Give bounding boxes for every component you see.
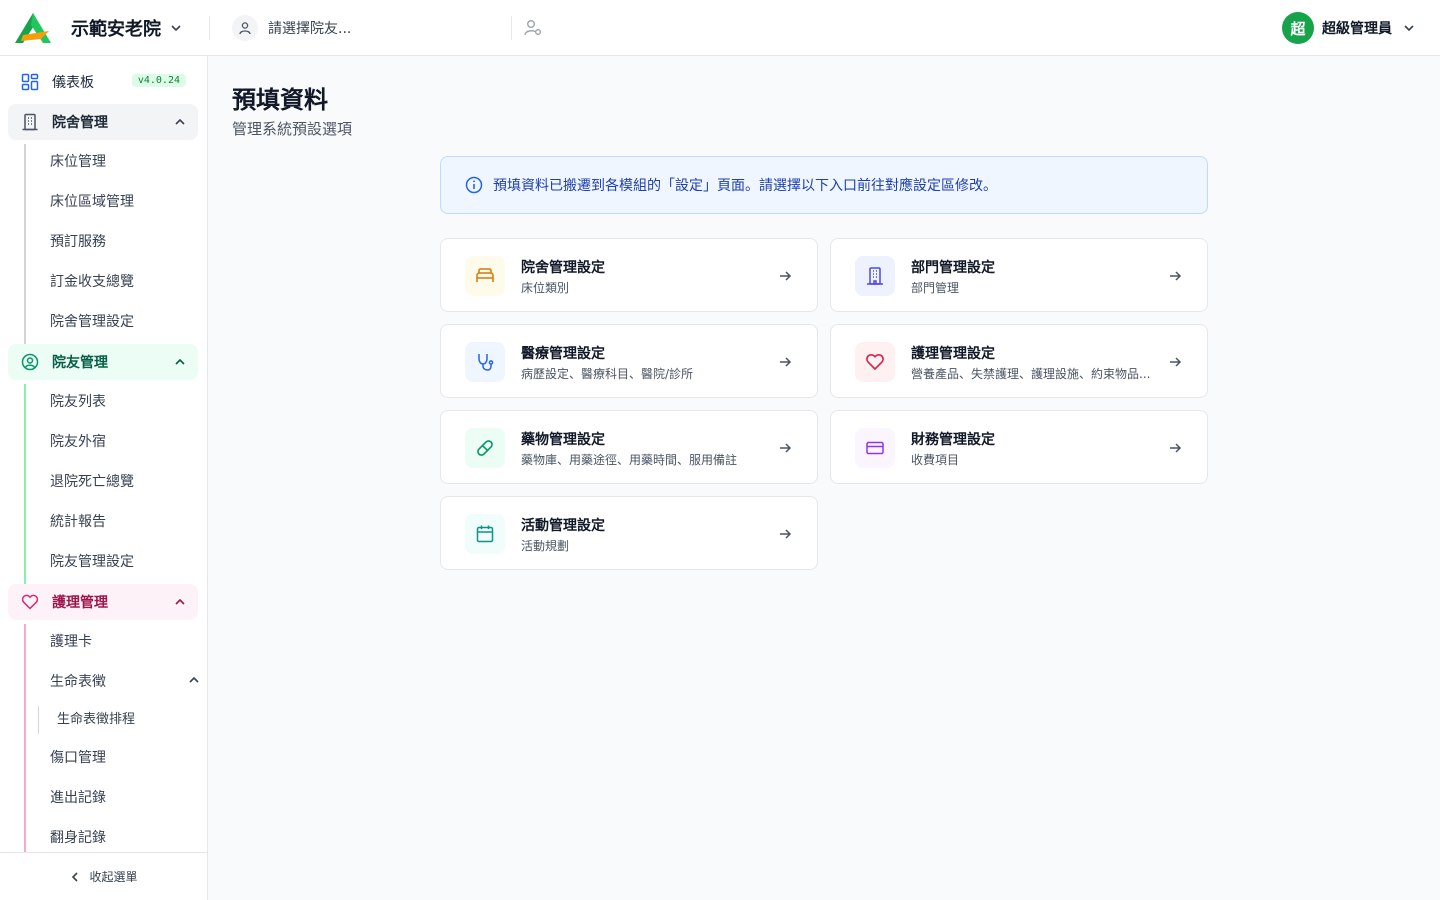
card-description: 部門管理 <box>911 281 960 295</box>
sidebar-item-nursing-card[interactable]: 護理卡 <box>50 622 92 662</box>
arrow-right-icon <box>777 526 793 542</box>
avatar: 超 <box>1282 12 1314 44</box>
settings-card-department[interactable]: 部門管理設定 部門管理 <box>830 238 1208 312</box>
arrow-right-icon <box>1167 268 1183 284</box>
group-divider <box>24 384 26 584</box>
arrow-right-icon <box>777 268 793 284</box>
calendar-icon <box>465 514 505 554</box>
sidebar-item-turning[interactable]: 翻身記錄 <box>50 818 106 852</box>
settings-card-facility[interactable]: 院舍管理設定 床位類別 <box>440 238 818 312</box>
info-icon <box>465 176 483 194</box>
chevron-down-icon <box>1402 21 1416 35</box>
sidebar-item-resident-settings[interactable]: 院友管理設定 <box>50 542 134 582</box>
sidebar-item-label: 生命表徵 <box>50 674 106 690</box>
sidebar-group-nursing[interactable]: 護理管理 <box>8 584 198 620</box>
heart-icon <box>855 342 895 382</box>
version-badge: v4.0.24 <box>131 74 186 87</box>
subgroup-divider <box>38 706 39 734</box>
sidebar-group-resident[interactable]: 院友管理 <box>8 344 198 380</box>
notice-text: 預填資料已搬遷到各模組的「設定」頁面。請選擇以下入口前往對應設定區修改。 <box>493 178 997 194</box>
user-settings-icon[interactable] <box>522 17 544 39</box>
chevron-up-icon <box>174 356 186 368</box>
user-menu[interactable]: 超 超級管理員 <box>1282 12 1416 44</box>
sidebar-item-in-out[interactable]: 進出記錄 <box>50 778 106 818</box>
card-title: 醫療管理設定 <box>521 346 605 362</box>
settings-card-nursing[interactable]: 護理管理設定 營養產品、失禁護理、護理設施、約束物品... <box>830 324 1208 398</box>
sidebar-item-resident-leave[interactable]: 院友外宿 <box>50 422 106 462</box>
app-logo-icon <box>13 11 57 45</box>
collapse-menu-label: 收起選單 <box>89 870 138 884</box>
page-subtitle: 管理系統預設選項 <box>232 120 353 138</box>
card-title: 部門管理設定 <box>911 260 995 276</box>
sidebar-group-label: 院舍管理 <box>52 115 108 131</box>
info-notice: 預填資料已搬遷到各模組的「設定」頁面。請選擇以下入口前往對應設定區修改。 <box>440 156 1208 214</box>
card-description: 營養產品、失禁護理、護理設施、約束物品... <box>911 367 1151 381</box>
chevron-up-icon <box>174 116 186 128</box>
page-title: 預填資料 <box>232 86 328 114</box>
settings-card-medication[interactable]: 藥物管理設定 藥物庫、用藥途徑、用藥時間、服用備註 <box>440 410 818 484</box>
group-divider <box>24 624 26 852</box>
stethoscope-icon <box>465 342 505 382</box>
chevron-down-icon <box>169 21 183 35</box>
user-icon <box>232 14 258 41</box>
sidebar-item-deposit[interactable]: 訂金收支總覽 <box>50 262 134 302</box>
sidebar-item-booking[interactable]: 預訂服務 <box>50 222 106 262</box>
sidebar-group-label: 院友管理 <box>52 355 108 371</box>
building-icon <box>855 256 895 296</box>
sidebar-item-bed-zone[interactable]: 床位區域管理 <box>50 182 134 222</box>
card-description: 活動規劃 <box>521 539 570 553</box>
sidebar-item-discharge[interactable]: 退院死亡總覽 <box>50 462 134 502</box>
sidebar: 儀表板 v4.0.24 院舍管理 床位管理 床位區域管理 預訂服務 訂金收支總覽… <box>0 56 208 900</box>
heart-icon <box>20 592 40 612</box>
sidebar-item-statistics[interactable]: 統計報告 <box>50 502 106 542</box>
arrow-right-icon <box>1167 440 1183 456</box>
chevron-left-icon <box>72 871 79 882</box>
building-icon <box>20 112 40 132</box>
sidebar-item-vital-signs[interactable]: 生命表徵 <box>50 662 200 702</box>
card-description: 病歷設定、醫療科目、醫院/診所 <box>521 367 694 381</box>
arrow-right-icon <box>1167 354 1183 370</box>
card-title: 活動管理設定 <box>521 518 605 534</box>
card-title: 財務管理設定 <box>911 432 995 448</box>
facility-name: 示範安老院 <box>71 18 161 40</box>
sidebar-item-wound[interactable]: 傷口管理 <box>50 738 106 778</box>
chevron-up-icon <box>174 596 186 608</box>
arrow-right-icon <box>777 354 793 370</box>
card-description: 藥物庫、用藥途徑、用藥時間、服用備註 <box>521 453 738 467</box>
settings-card-activity[interactable]: 活動管理設定 活動規劃 <box>440 496 818 570</box>
settings-card-finance[interactable]: 財務管理設定 收費項目 <box>830 410 1208 484</box>
group-divider <box>24 144 26 344</box>
top-bar: 示範安老院 請選擇院友... 超 超級管理員 <box>0 0 1440 56</box>
collapse-menu-button[interactable]: 收起選單 <box>0 852 207 900</box>
user-circle-icon <box>20 352 40 372</box>
sidebar-nav[interactable]: 儀表板 v4.0.24 院舍管理 床位管理 床位區域管理 預訂服務 訂金收支總覽… <box>0 56 207 852</box>
sidebar-item-vital-schedule[interactable]: 生命表徵排程 <box>57 700 135 740</box>
card-description: 床位類別 <box>521 281 570 295</box>
bed-icon <box>465 256 505 296</box>
sidebar-item-resident-list[interactable]: 院友列表 <box>50 382 106 422</box>
sidebar-item-dashboard[interactable]: 儀表板 v4.0.24 <box>8 64 198 100</box>
user-name: 超級管理員 <box>1322 21 1392 37</box>
resident-selector[interactable]: 請選擇院友... <box>210 14 512 41</box>
settings-card-medical[interactable]: 醫療管理設定 病歷設定、醫療科目、醫院/診所 <box>440 324 818 398</box>
card-title: 藥物管理設定 <box>521 432 605 448</box>
dashboard-icon <box>20 72 40 92</box>
card-description: 收費項目 <box>911 453 960 467</box>
resident-selector-placeholder: 請選擇院友... <box>268 20 352 37</box>
sidebar-group-facility[interactable]: 院舍管理 <box>8 104 198 140</box>
arrow-right-icon <box>777 440 793 456</box>
sidebar-group-label: 護理管理 <box>52 595 108 611</box>
facility-switcher[interactable]: 示範安老院 <box>0 12 210 43</box>
card-title: 院舍管理設定 <box>521 260 605 276</box>
sidebar-item-label: 儀表板 <box>52 75 94 91</box>
main-content: 預填資料 管理系統預設選項 預填資料已搬遷到各模組的「設定」頁面。請選擇以下入口… <box>208 56 1440 900</box>
credit-card-icon <box>855 428 895 468</box>
card-title: 護理管理設定 <box>911 346 995 362</box>
sidebar-item-facility-settings[interactable]: 院舍管理設定 <box>50 302 134 342</box>
sidebar-item-bed-management[interactable]: 床位管理 <box>50 142 106 182</box>
chevron-up-icon <box>188 662 200 702</box>
pill-icon <box>465 428 505 468</box>
